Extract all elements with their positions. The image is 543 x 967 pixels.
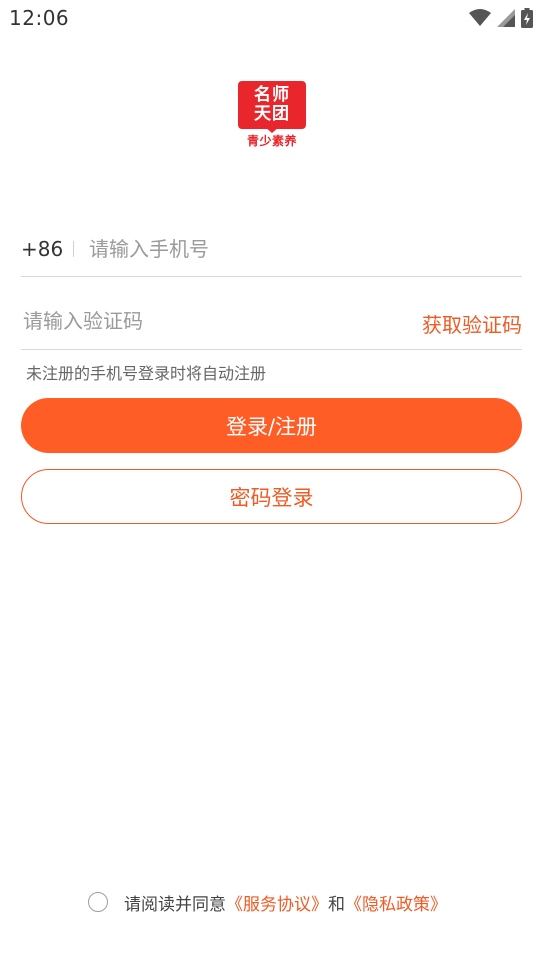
phone-field-row: +86: [21, 226, 522, 277]
status-bar: 12:06: [0, 0, 543, 36]
auto-register-hint: 未注册的手机号登录时将自动注册: [26, 364, 267, 383]
status-time: 12:06: [9, 6, 70, 30]
status-icons: [469, 8, 533, 28]
agree-checkbox[interactable]: [88, 892, 108, 912]
verification-code-input[interactable]: [23, 304, 323, 338]
cell-signal-icon: [497, 9, 515, 27]
country-code-divider: [73, 241, 74, 257]
wifi-icon: [469, 9, 491, 27]
agreement-prefix: 请阅读并同意: [124, 894, 226, 915]
phone-input[interactable]: [89, 232, 509, 266]
app-logo: 名师 天团 青少素养: [237, 80, 307, 150]
privacy-policy-link[interactable]: 《隐私政策》: [345, 890, 447, 915]
agreement-conjunction: 和: [328, 894, 345, 915]
logo-line-1: 名师: [254, 85, 290, 105]
country-code[interactable]: +86: [21, 237, 63, 261]
agreement-row: 请阅读并同意 《服务协议》 和 《隐私政策》: [88, 889, 447, 915]
logo-badge: 名师 天团: [238, 81, 306, 129]
logo-subtitle: 青少素养: [246, 134, 297, 148]
password-login-button[interactable]: 密码登录: [21, 469, 522, 524]
battery-charging-icon: [521, 8, 533, 28]
code-field-row: 获取验证码: [21, 298, 522, 350]
service-agreement-link[interactable]: 《服务协议》: [226, 890, 328, 915]
logo-line-2: 天团: [254, 104, 290, 124]
get-code-button[interactable]: 获取验证码: [422, 309, 522, 338]
login-register-button[interactable]: 登录/注册: [21, 398, 522, 453]
